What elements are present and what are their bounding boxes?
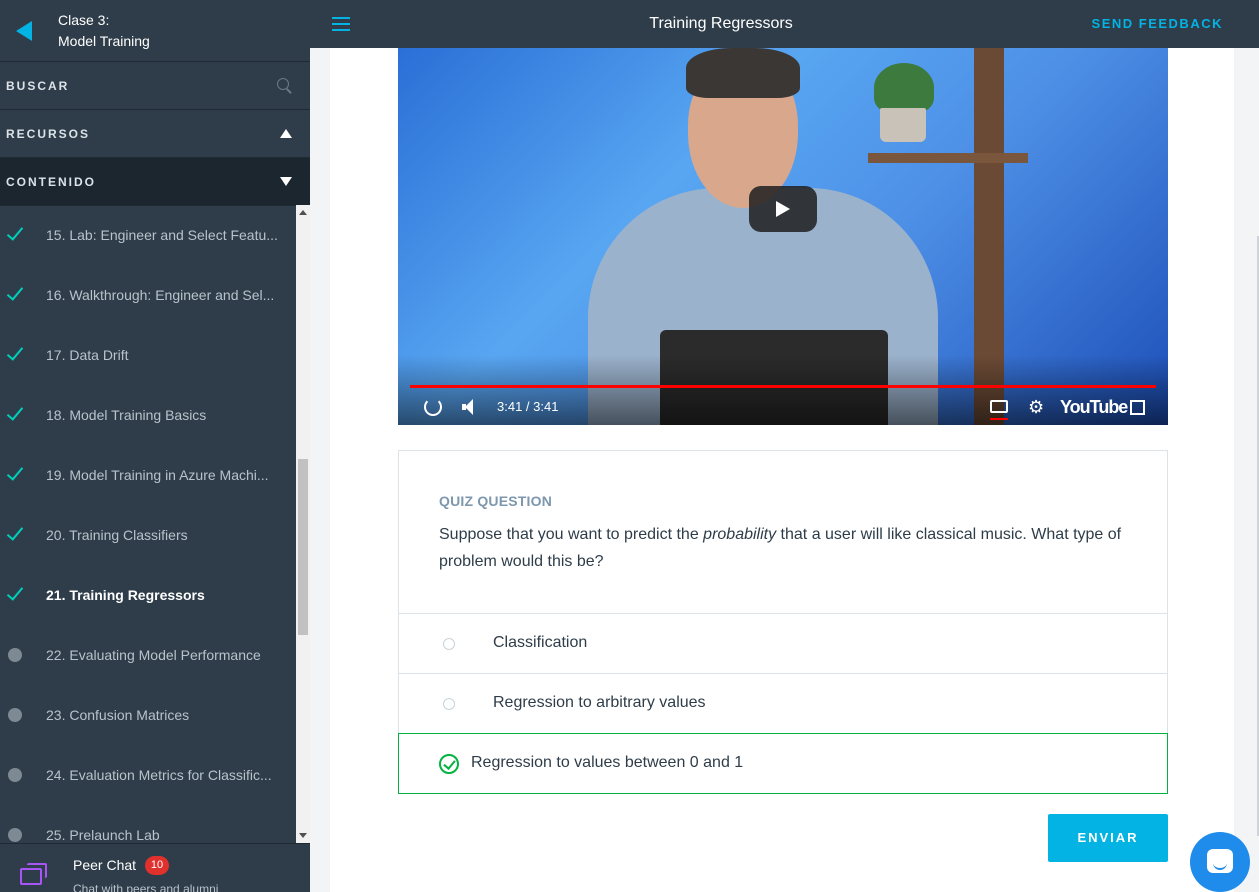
- lesson-item[interactable]: 20. Training Classifiers: [0, 505, 296, 565]
- lesson-item[interactable]: 22. Evaluating Model Performance: [0, 625, 296, 685]
- option-label: Regression to values between 0 and 1: [471, 754, 744, 771]
- incomplete-dot-icon: [8, 828, 22, 842]
- check-circle-icon[interactable]: [439, 754, 459, 774]
- resources-label: RECURSOS: [6, 126, 91, 141]
- lesson-item[interactable]: 19. Model Training in Azure Machi...: [0, 445, 296, 505]
- content-row[interactable]: CONTENIDO: [0, 158, 310, 206]
- search-label: BUSCAR: [6, 78, 70, 93]
- lesson-header[interactable]: Clase 3: Model Training: [0, 0, 310, 62]
- page-title: Training Regressors: [649, 15, 793, 32]
- quiz-option[interactable]: Classification: [399, 613, 1167, 673]
- check-icon: [6, 223, 24, 241]
- lesson-item[interactable]: 24. Evaluation Metrics for Classific...: [0, 745, 296, 805]
- check-icon: [6, 583, 24, 601]
- peer-chat[interactable]: Peer Chat 10 Chat with peers and alumni: [0, 843, 310, 892]
- play-button[interactable]: [749, 186, 817, 232]
- chat-bubbles-icon: [20, 863, 47, 885]
- sidebar-scrollbar[interactable]: [296, 205, 310, 843]
- sidebar: Clase 3: Model Training BUSCAR RECURSOS …: [0, 0, 310, 892]
- check-icon: [6, 403, 24, 421]
- volume-icon[interactable]: [462, 399, 478, 415]
- lesson-title: Model Training: [58, 32, 150, 49]
- settings-gear-icon[interactable]: ⚙: [1028, 398, 1044, 416]
- collapse-icon[interactable]: [280, 129, 292, 138]
- incomplete-dot-icon: [8, 648, 22, 662]
- quiz-option-selected[interactable]: Regression to values between 0 and 1: [398, 733, 1168, 794]
- peer-chat-title: Peer Chat: [73, 857, 137, 873]
- search-row[interactable]: BUSCAR: [0, 62, 310, 110]
- video-time: 3:41 / 3:41: [497, 399, 559, 414]
- incomplete-dot-icon: [8, 708, 22, 722]
- option-label: Classification: [493, 634, 588, 651]
- search-icon[interactable]: [277, 78, 292, 93]
- scrollbar-thumb[interactable]: [298, 459, 308, 635]
- fullscreen-icon[interactable]: [1130, 400, 1145, 415]
- submit-button[interactable]: ENVIAR: [1048, 814, 1168, 862]
- lesson-number: Clase 3:: [58, 11, 110, 28]
- lesson-item[interactable]: 25. Prelaunch Lab: [0, 805, 296, 843]
- video-progress-bar[interactable]: [410, 385, 1156, 388]
- incomplete-dot-icon: [8, 768, 22, 782]
- chat-support-button[interactable]: [1190, 832, 1250, 892]
- expand-icon[interactable]: [280, 177, 292, 186]
- scroll-down-icon[interactable]: [299, 833, 307, 838]
- lesson-item-active[interactable]: 21. Training Regressors: [0, 565, 296, 625]
- quiz-card: QUIZ QUESTION Suppose that you want to p…: [398, 450, 1168, 794]
- lesson-list: 15. Lab: Engineer and Select Featu... 16…: [0, 205, 296, 843]
- check-icon: [6, 523, 24, 541]
- peer-chat-subtitle: Chat with peers and alumni: [73, 882, 219, 892]
- check-icon: [6, 283, 24, 301]
- replay-icon[interactable]: [424, 398, 442, 416]
- quiz-option[interactable]: Regression to arbitrary values: [399, 673, 1167, 733]
- resources-row[interactable]: RECURSOS: [0, 110, 310, 158]
- youtube-logo[interactable]: YouTube: [1060, 397, 1128, 418]
- quiz-label: QUIZ QUESTION: [439, 493, 553, 509]
- lesson-item[interactable]: 18. Model Training Basics: [0, 385, 296, 445]
- check-icon: [6, 343, 24, 361]
- check-icon: [6, 463, 24, 481]
- video-player[interactable]: 3:41 / 3:41 ⚙ YouTube: [398, 48, 1168, 425]
- content-label: CONTENIDO: [6, 174, 96, 189]
- radio-button[interactable]: [443, 698, 455, 710]
- option-label: Regression to arbitrary values: [493, 694, 706, 711]
- subtitles-icon[interactable]: [990, 400, 1008, 420]
- unread-badge: 10: [145, 856, 169, 875]
- lesson-item[interactable]: 17. Data Drift: [0, 325, 296, 385]
- lesson-item[interactable]: 16. Walkthrough: Engineer and Sel...: [0, 265, 296, 325]
- back-arrow-icon[interactable]: [16, 20, 32, 41]
- send-feedback-link[interactable]: SEND FEEDBACK: [1092, 16, 1223, 31]
- lesson-item[interactable]: 23. Confusion Matrices: [0, 685, 296, 745]
- radio-button[interactable]: [443, 638, 455, 650]
- top-bar: Training Regressors SEND FEEDBACK: [310, 0, 1259, 48]
- lesson-item[interactable]: 15. Lab: Engineer and Select Featu...: [0, 205, 296, 265]
- scroll-up-icon[interactable]: [299, 210, 307, 215]
- quiz-question: Suppose that you want to predict the pro…: [439, 526, 1122, 570]
